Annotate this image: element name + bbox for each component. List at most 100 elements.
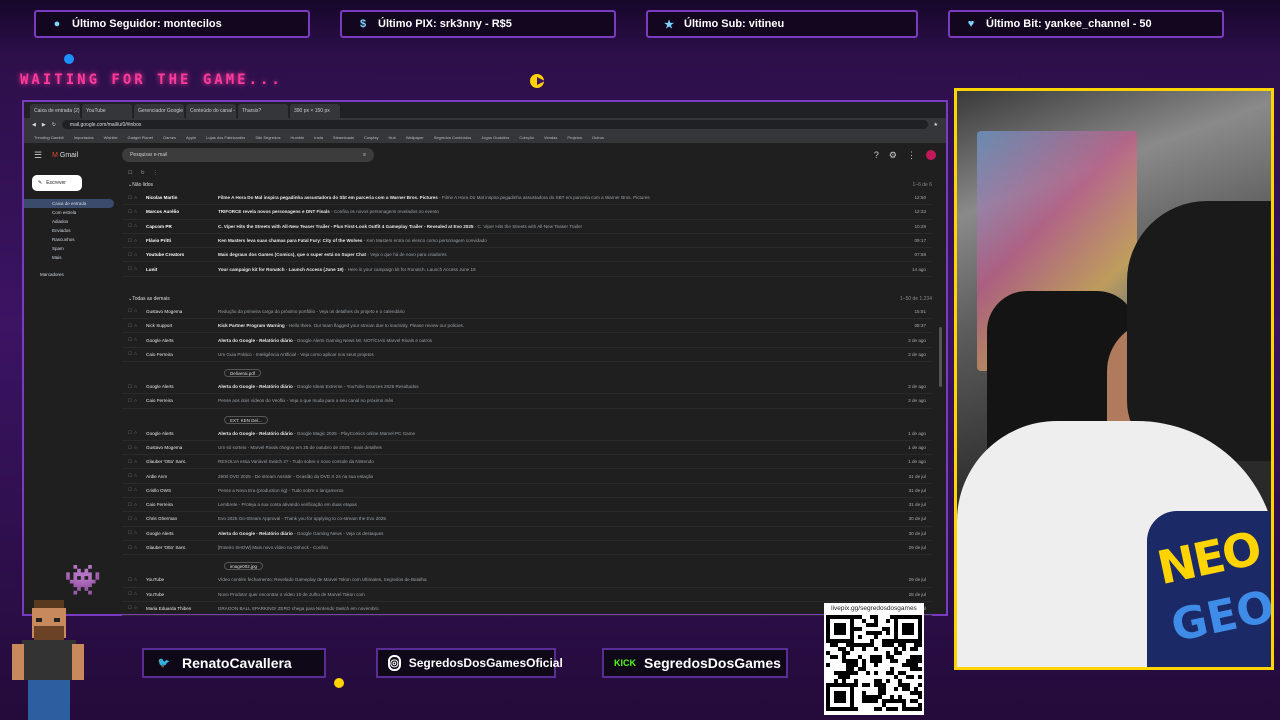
browser-tab[interactable]: 390 px × 150 px <box>290 104 340 118</box>
mail-row[interactable]: ☐ ☆ Caio Ferreira Lembrete - Proteja a sua… <box>122 498 932 513</box>
row-checkbox[interactable]: ☐ ☆ <box>122 502 146 508</box>
mail-row[interactable]: ☐ ☆ Gustavo Mogema Redução da primeira car… <box>122 305 932 320</box>
bookmark-item[interactable]: Cosplay <box>364 135 378 140</box>
row-checkbox[interactable]: ☐ ☆ <box>122 195 146 201</box>
row-checkbox[interactable]: ☐ ☆ <box>122 337 146 343</box>
row-checkbox[interactable]: ☐ ☆ <box>122 487 146 493</box>
mail-row[interactable]: ☐ ☆ Capcom PR C. Viper Hits the Streets wi… <box>122 220 932 234</box>
url-field[interactable]: mail.google.com/mail/u/0/#inbox <box>61 120 928 129</box>
mail-row[interactable]: ☐ ☆ YouTube Vídeo contém fechamento: Revel… <box>122 573 932 588</box>
bookmark-item[interactable]: Insta <box>314 135 323 140</box>
row-checkbox[interactable]: ☐ ☆ <box>122 577 146 583</box>
mail-row[interactable]: ☐ ☆ Google Alerts Alerta do Google - Relat… <box>122 427 932 441</box>
search-input[interactable]: Pesquisar e-mail ≡ <box>122 148 375 162</box>
bookmark-item[interactable]: Apple <box>186 135 196 140</box>
all-section-heading[interactable]: ⌄ Todas as demais 1–50 de 1.234 <box>122 293 932 305</box>
filter-icon[interactable]: ≡ <box>363 152 366 158</box>
mail-row[interactable]: ☐ ☆ Glauber 'Otto' Sant. [Roteiro SHOW] Ma… <box>122 541 932 556</box>
mail-row[interactable]: ☐ ☆ Gustavo Mogema Um só sorteio - Marvel … <box>122 441 932 456</box>
apps-grid-icon[interactable]: ⋮ <box>907 150 916 161</box>
extensions-icon[interactable]: ★ <box>934 122 938 128</box>
row-checkbox[interactable]: ☐ ☆ <box>122 209 146 215</box>
select-all-checkbox[interactable]: ☐ <box>128 170 132 176</box>
back-icon[interactable]: ◀ <box>32 122 36 128</box>
row-checkbox[interactable]: ☐ ☆ <box>122 605 146 611</box>
row-checkbox[interactable]: ☐ ☆ <box>122 398 146 404</box>
row-checkbox[interactable]: ☐ ☆ <box>122 323 146 329</box>
bookmark-item[interactable]: Humble <box>290 135 304 140</box>
sidebar-item-inbox[interactable]: Caixa de entrada <box>24 199 114 208</box>
bookmark-item[interactable]: Wishlist <box>104 135 118 140</box>
mail-row[interactable]: ☐ ☆ Marcos Aurélio TRIFORCE revela novos p… <box>122 205 932 220</box>
hamburger-menu-icon[interactable]: ☰ <box>34 150 42 161</box>
attachment-chip[interactable]: Deliverai.pdf <box>224 368 262 377</box>
browser-tab[interactable]: YouTube <box>82 104 132 118</box>
mail-row[interactable]: ☐ ☆ Youtube Creators Mais degraus dos Game… <box>122 248 932 263</box>
sidebar-item-drafts[interactable]: Rascunhos <box>24 235 114 244</box>
forward-icon[interactable]: ▶ <box>42 122 46 128</box>
bookmark-item[interactable]: Projetos <box>567 135 582 140</box>
row-checkbox[interactable]: ☐ ☆ <box>122 516 146 522</box>
bookmark-item[interactable]: Jogos Gratuitos <box>481 135 509 140</box>
row-checkbox[interactable]: ☐ ☆ <box>122 351 146 357</box>
bookmark-item[interactable]: Vendas <box>544 135 557 140</box>
mail-row[interactable]: ☐ ☆ Caio Ferreira Pense aos dois vídeos do… <box>122 394 932 409</box>
mail-row[interactable]: ☐ ☆ Google Alerts Alerta do Google - Relat… <box>122 380 932 395</box>
refresh-icon[interactable]: ↻ <box>140 170 144 176</box>
bookmark-item[interactable]: Outros <box>592 135 604 140</box>
reload-icon[interactable]: ↻ <box>52 122 56 128</box>
sidebar-item-sent[interactable]: Enviados <box>24 226 114 235</box>
mail-row[interactable]: ☐ ☆ Ardie Anm 2900 DVD 2025 - De stream As… <box>122 469 932 484</box>
sidebar-item-starred[interactable]: Com estrela <box>24 208 114 217</box>
bookmark-item[interactable]: Gadget Planet <box>127 135 153 140</box>
row-checkbox[interactable]: ☐ ☆ <box>122 530 146 536</box>
row-checkbox[interactable]: ☐ ☆ <box>122 445 146 451</box>
browser-tab[interactable]: Tharsis? <box>238 104 288 118</box>
mail-row[interactable]: ☐ ☆ Caio Ferreira Um Guia Prático - Inteli… <box>122 348 932 362</box>
help-icon[interactable]: ? <box>874 150 879 160</box>
bookmark-item[interactable]: Games <box>163 135 176 140</box>
sidebar-item-spam[interactable]: Spam <box>24 244 114 253</box>
row-checkbox[interactable]: ☐ ☆ <box>122 545 146 551</box>
row-checkbox[interactable]: ☐ ☆ <box>122 266 146 272</box>
row-checkbox[interactable]: ☐ ☆ <box>122 252 146 258</box>
gmail-logo[interactable]: M Gmail <box>52 152 112 159</box>
mail-row[interactable]: ☐ ☆ Google Alerts Alerta do Google - Relat… <box>122 333 932 348</box>
browser-tab[interactable]: Caixa de entrada (2) - segredos <box>30 104 80 118</box>
row-checkbox[interactable]: ☐ ☆ <box>122 223 146 229</box>
bookmark-item[interactable]: Lojas dos Fabricantes <box>206 135 245 140</box>
gear-icon[interactable]: ⚙ <box>889 150 897 161</box>
mail-row[interactable]: ☐ ☆ Nick Support Kick Partner Program Warn… <box>122 319 932 334</box>
more-icon[interactable]: ⋮ <box>153 170 158 176</box>
row-checkbox[interactable]: ☐ ☆ <box>122 591 146 597</box>
bookmark-item[interactable]: Wallpaper <box>406 135 424 140</box>
compose-button[interactable]: ✎ Escrever <box>32 175 82 191</box>
row-checkbox[interactable]: ☐ ☆ <box>122 308 146 314</box>
attachment-chip[interactable]: image002.jpg <box>224 562 264 571</box>
mail-row[interactable]: ☐ ☆ Google Alerts Alerta do Google - Relat… <box>122 527 932 541</box>
row-checkbox[interactable]: ☐ ☆ <box>122 430 146 436</box>
bookmark-item[interactable]: Site Segredos <box>255 135 280 140</box>
mail-row[interactable]: ☐ ☆ Lunit Your campaign kit for Ronatch · … <box>122 262 932 277</box>
row-checkbox[interactable]: ☐ ☆ <box>122 459 146 465</box>
mail-row[interactable]: ☐ ☆ Glauber 'Otto' Sant. RESOLVA essa Vari… <box>122 455 932 470</box>
mail-row[interactable]: ☐ ☆ Chris Gherman Evo 2025 Go-Stream Appro… <box>122 512 932 527</box>
bookmark-item[interactable]: Hub <box>389 135 396 140</box>
attachment-chip[interactable]: EXT. KEN Del... <box>224 415 268 424</box>
sidebar-item-more[interactable]: Mais <box>24 253 114 262</box>
avatar[interactable] <box>926 150 936 160</box>
unread-section-heading[interactable]: ⌄ Não lidos 1–6 de 6 <box>122 179 932 191</box>
bookmark-item[interactable]: Trending Gambit <box>34 135 64 140</box>
sidebar-item-snoozed[interactable]: Adiados <box>24 217 114 226</box>
bookmark-item[interactable]: Coleção <box>519 135 534 140</box>
mail-row[interactable]: ☐ ☆ Crisllo OWS Pense a Nova Era (producti… <box>122 484 932 499</box>
browser-tab[interactable]: Conteúdo do canal - YouTube <box>186 104 236 118</box>
mail-row[interactable]: ☐ ☆ Flávio Pritti Ken Masters leva suas ch… <box>122 234 932 249</box>
scrollbar[interactable] <box>939 327 942 387</box>
mail-row[interactable]: ☐ ☆ Nicolas Martin Filme A Hora Do Mal ins… <box>122 191 932 206</box>
row-checkbox[interactable]: ☐ ☆ <box>122 473 146 479</box>
bookmark-item[interactable]: Steamloads <box>333 135 354 140</box>
bookmark-item[interactable]: Importados <box>74 135 94 140</box>
bookmark-item[interactable]: Segredos Conteúdos <box>434 135 472 140</box>
browser-tab[interactable]: Gerenciador Google <box>134 104 184 118</box>
